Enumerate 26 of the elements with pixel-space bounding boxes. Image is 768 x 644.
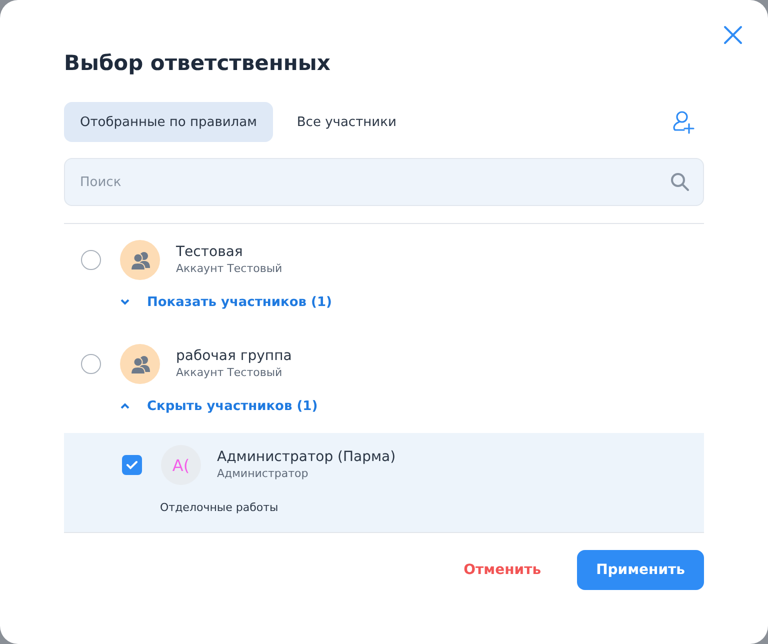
dialog-title: Выбор ответственных — [64, 50, 332, 77]
account-name: Аккаунт Тестовый — [176, 261, 282, 277]
member-name: Администратор (Парма) — [217, 448, 396, 466]
search-icon — [670, 172, 690, 192]
group-avatar — [120, 344, 160, 384]
apply-button[interactable]: Применить — [577, 550, 704, 590]
member-row[interactable]: А( Администратор (Парма) Администратор Отделочные работы — [64, 433, 704, 532]
member-role: Администратор — [217, 466, 310, 482]
tab[interactable]: Отобранные по правилам — [64, 102, 273, 142]
radio-button[interactable] — [81, 354, 101, 374]
toggle-members-link[interactable]: Скрыть участников (1) — [120, 396, 318, 416]
radio-button[interactable] — [81, 250, 101, 270]
member-note: Отделочные работы — [160, 501, 280, 514]
toggle-members-link[interactable]: Показать участников (1) — [120, 292, 332, 312]
group-avatar — [120, 240, 160, 280]
check-icon — [126, 460, 138, 470]
tab[interactable]: Все участники — [280, 102, 412, 142]
close-button[interactable] — [722, 24, 744, 46]
add-user-button[interactable] — [670, 109, 696, 135]
checkbox[interactable] — [122, 455, 142, 475]
cancel-button[interactable]: Отменить — [464, 562, 542, 578]
search-field[interactable]: Поиск — [64, 158, 704, 206]
account-name: Аккаунт Тестовый — [176, 365, 284, 381]
user-avatar: А( — [161, 445, 201, 485]
group-name: Тестовая — [176, 243, 244, 261]
group-name: рабочая группа — [176, 347, 292, 365]
